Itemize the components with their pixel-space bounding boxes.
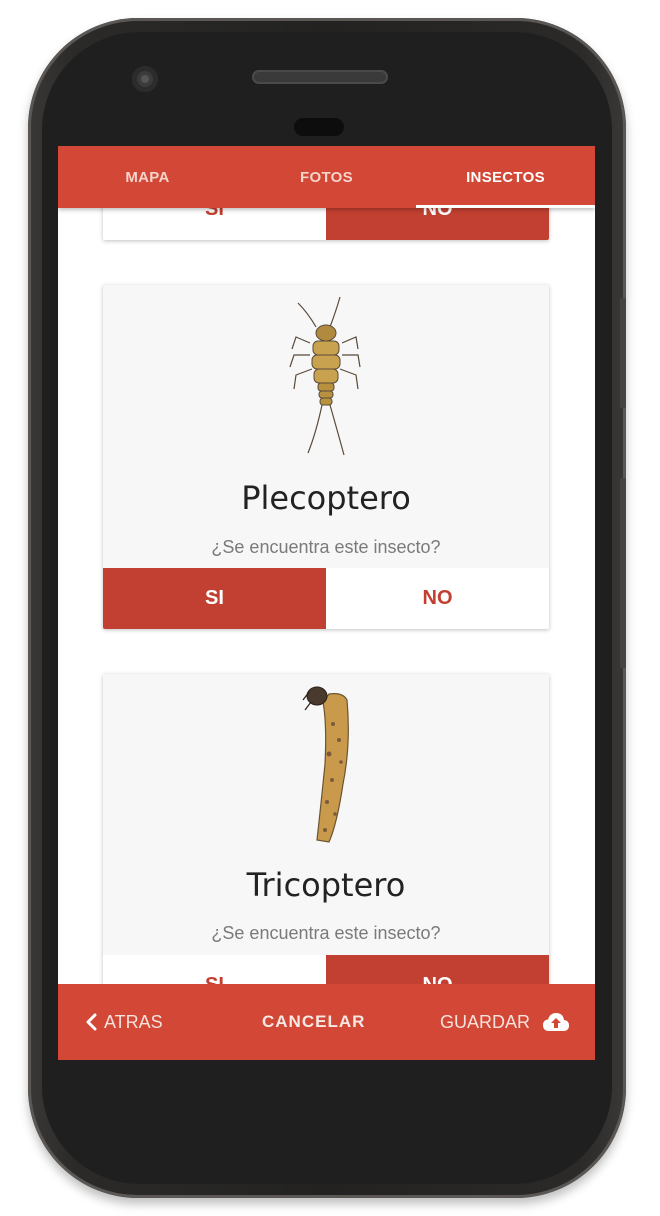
tab-insectos[interactable]: INSECTOS: [416, 146, 595, 208]
insect-card-tricoptero: Tricoptero ¿Se encuentra este insecto? S…: [103, 674, 549, 984]
caddisfly-illustration: [302, 686, 349, 843]
answer-buttons: SI NO: [103, 568, 549, 629]
front-camera: [132, 66, 158, 92]
chevron-left-icon: [86, 1013, 97, 1031]
answer-buttons: SI NO: [103, 955, 549, 984]
back-label: ATRAS: [104, 1011, 163, 1032]
cloud-upload-icon: [543, 1013, 570, 1031]
insect-name: Plecoptero: [241, 479, 411, 517]
stonefly-illustration: [289, 296, 361, 456]
no-button[interactable]: NO: [326, 955, 549, 984]
earpiece-speaker: [252, 70, 388, 84]
bottom-action-bar: ATRAS CANCELAR GUARDAR: [58, 984, 595, 1060]
cancel-button[interactable]: CANCELAR: [262, 984, 365, 1060]
insect-name: Tricoptero: [246, 866, 406, 904]
si-button[interactable]: SI: [103, 955, 326, 984]
tab-mapa[interactable]: MAPA: [58, 146, 237, 208]
save-label: GUARDAR: [440, 1011, 531, 1032]
no-button[interactable]: NO: [326, 568, 549, 629]
insect-question: ¿Se encuentra este insecto?: [211, 923, 441, 943]
insect-card-plecoptero: Plecoptero ¿Se encuentra este insecto? S…: [103, 285, 549, 629]
proximity-sensor: [294, 118, 344, 136]
app-screen: SI NO Plecoptero ¿Se encuentra este inse…: [58, 146, 595, 1060]
tab-fotos[interactable]: FOTOS: [237, 146, 416, 208]
insect-question: ¿Se encuentra este insecto?: [211, 537, 441, 557]
save-button[interactable]: GUARDAR: [440, 984, 570, 1060]
insect-list[interactable]: SI NO Plecoptero ¿Se encuentra este inse…: [58, 146, 595, 984]
power-button: [620, 298, 626, 408]
volume-button: [620, 478, 626, 668]
back-button[interactable]: ATRAS: [84, 984, 163, 1060]
tab-bar: MAPA FOTOS INSECTOS: [58, 146, 595, 208]
si-button[interactable]: SI: [103, 568, 326, 629]
